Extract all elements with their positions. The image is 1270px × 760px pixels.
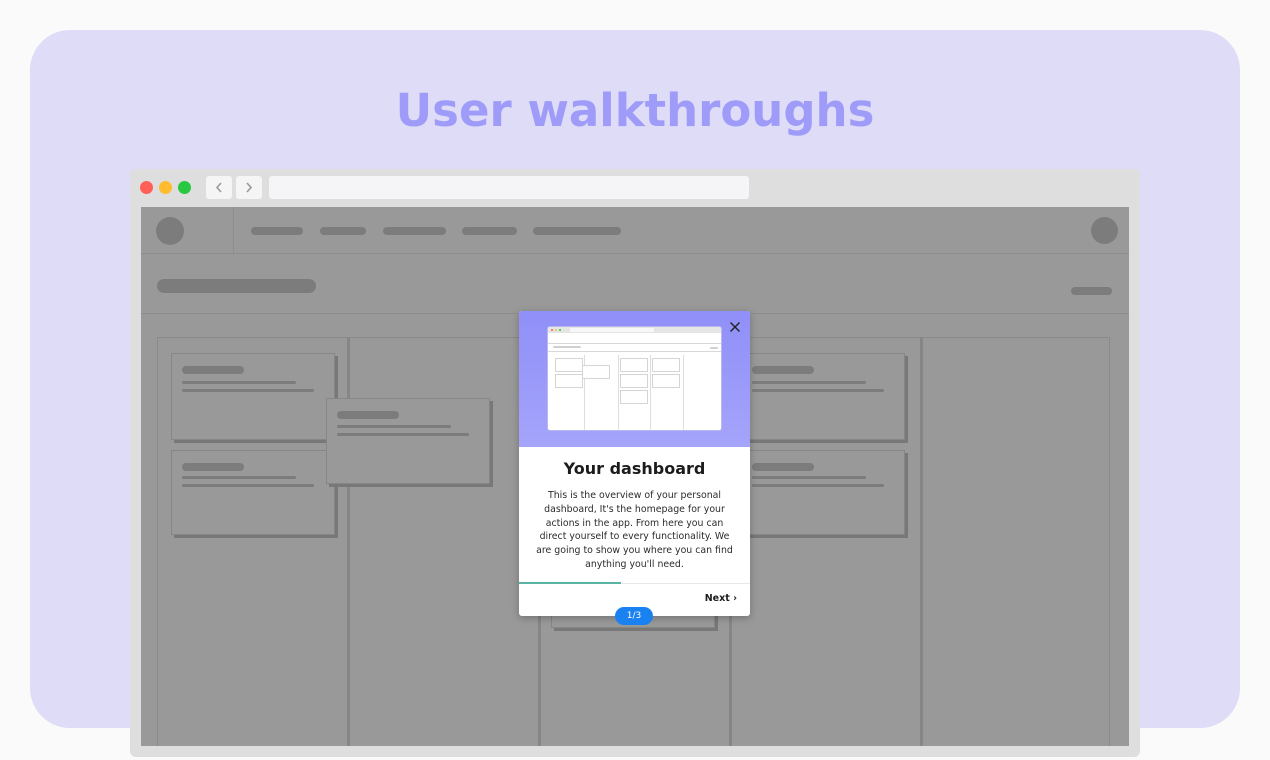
url-bar[interactable] bbox=[269, 176, 749, 199]
walkthrough-modal: Your dashboard This is the overview of y… bbox=[519, 311, 750, 625]
walkthrough-illustration bbox=[519, 311, 750, 447]
walkthrough-description: This is the overview of your personal da… bbox=[536, 490, 733, 570]
chevron-left-icon bbox=[215, 182, 222, 193]
hero-title: User walkthroughs bbox=[395, 84, 875, 137]
window-minimize-dot[interactable] bbox=[159, 181, 172, 194]
forward-button[interactable] bbox=[236, 176, 262, 199]
window-maximize-dot[interactable] bbox=[178, 181, 191, 194]
next-button[interactable]: Next › bbox=[705, 593, 737, 604]
walkthrough-title: Your dashboard bbox=[563, 459, 706, 478]
back-button[interactable] bbox=[206, 176, 232, 199]
progress-fill bbox=[519, 582, 621, 584]
dashboard-preview-image bbox=[548, 327, 721, 430]
step-indicator-badge: 1/3 bbox=[615, 607, 653, 625]
window-close-dot[interactable] bbox=[140, 181, 153, 194]
close-button[interactable] bbox=[728, 320, 742, 334]
chevron-right-icon bbox=[246, 182, 253, 193]
close-icon bbox=[730, 322, 740, 332]
